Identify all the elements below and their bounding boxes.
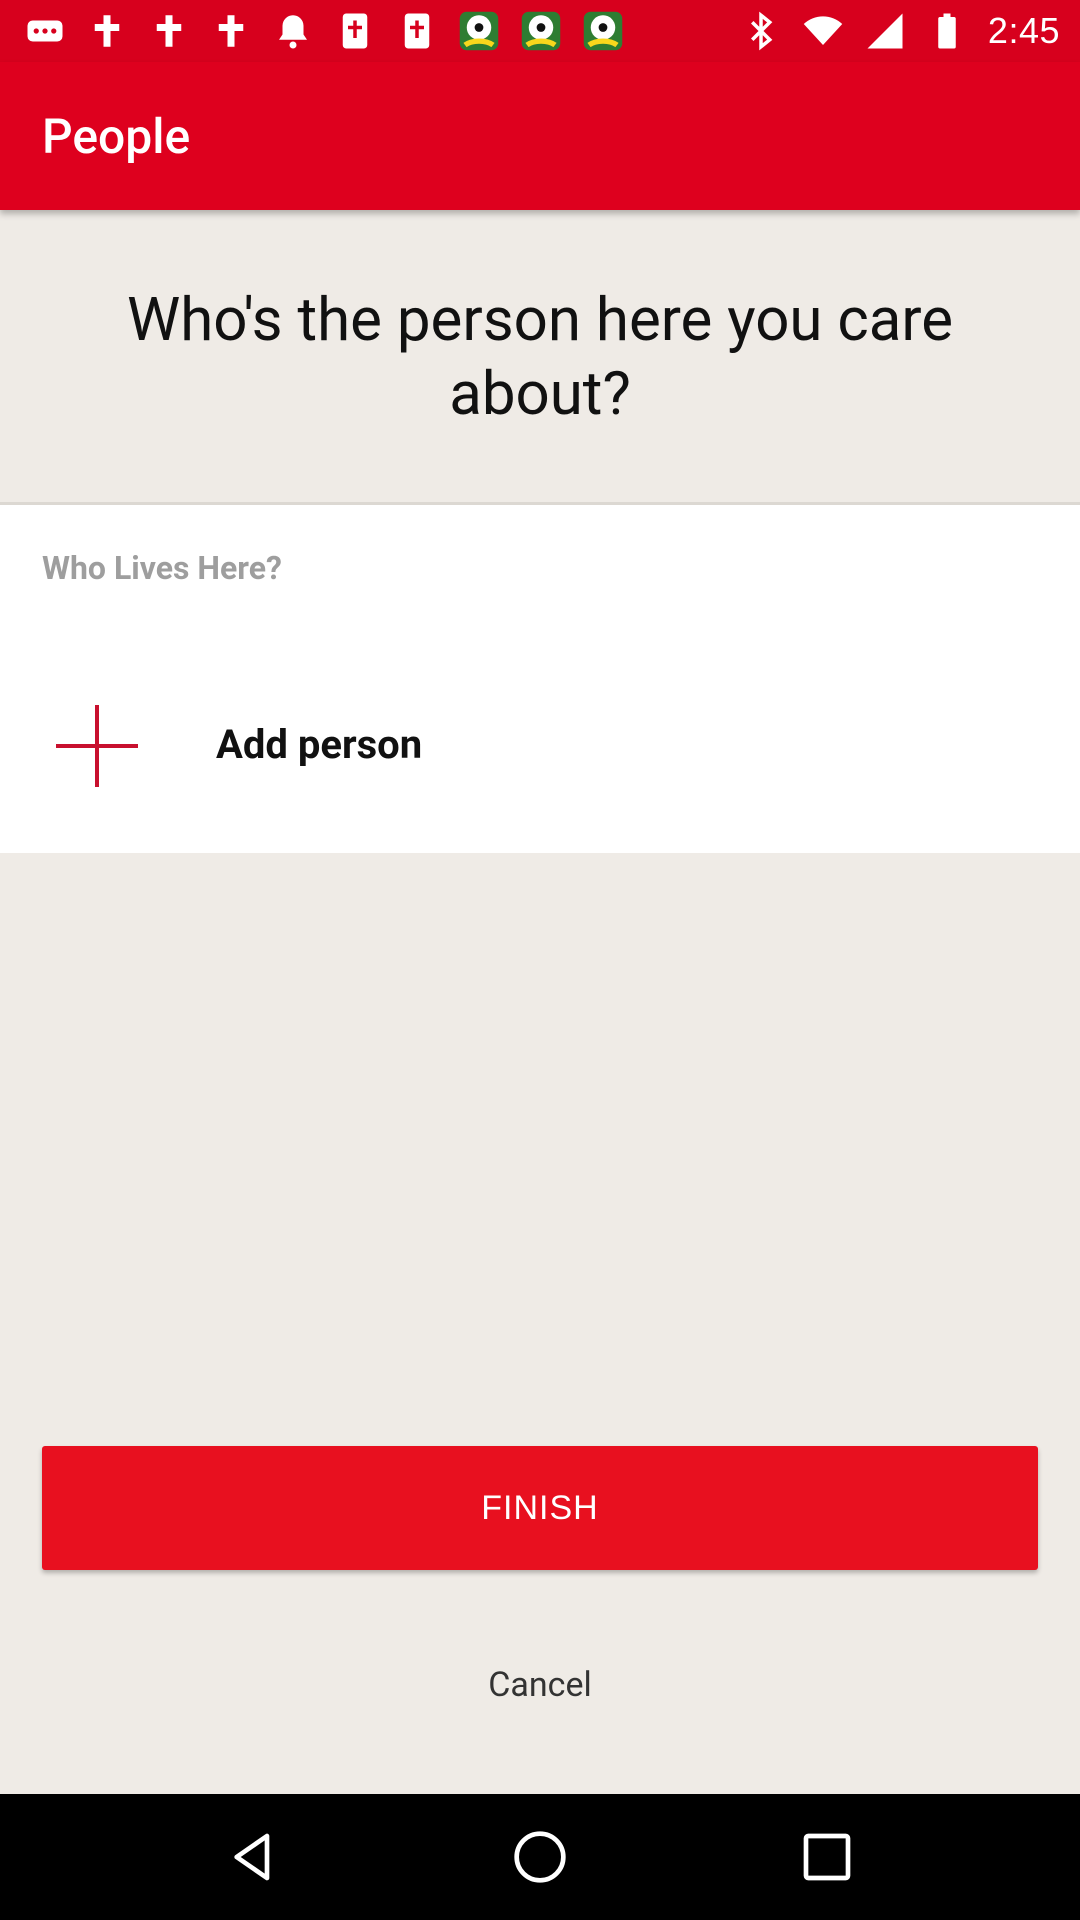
status-bar: 2:45 [0, 0, 1080, 62]
cancel-button[interactable]: Cancel [0, 1648, 1080, 1722]
soccer-icon [520, 10, 562, 52]
finish-button[interactable]: FINISH [42, 1446, 1038, 1570]
soccer-icon [458, 10, 500, 52]
bell-icon [272, 10, 314, 52]
wifi-icon [802, 10, 844, 52]
plus-icon [56, 705, 138, 787]
bluetooth-icon [740, 10, 782, 52]
signal-icon [864, 10, 906, 52]
status-time: 2:45 [987, 10, 1060, 51]
app-bar: People [0, 62, 1080, 210]
battery-icon [926, 10, 968, 52]
bible-icon [334, 10, 376, 52]
section-label: Who Lives Here? [42, 549, 282, 587]
cross-icon [210, 10, 252, 52]
soccer-icon [582, 10, 624, 52]
more-icon [24, 10, 66, 52]
bible-icon [396, 10, 438, 52]
back-icon[interactable] [218, 1822, 288, 1892]
navigation-bar [0, 1794, 1080, 1920]
cross-icon [86, 10, 128, 52]
system-icons: 2:45 [740, 10, 1060, 52]
recents-icon[interactable] [792, 1822, 862, 1892]
add-person-row[interactable]: Add person [0, 675, 1080, 805]
home-icon[interactable] [505, 1822, 575, 1892]
who-lives-here-card: Who Lives Here? Add person [0, 505, 1080, 853]
question-heading: Who's the person here you care about? [126, 284, 954, 429]
cross-icon [148, 10, 190, 52]
add-person-label: Add person [216, 721, 423, 768]
notification-icons [24, 10, 624, 52]
page-title: People [42, 107, 191, 165]
